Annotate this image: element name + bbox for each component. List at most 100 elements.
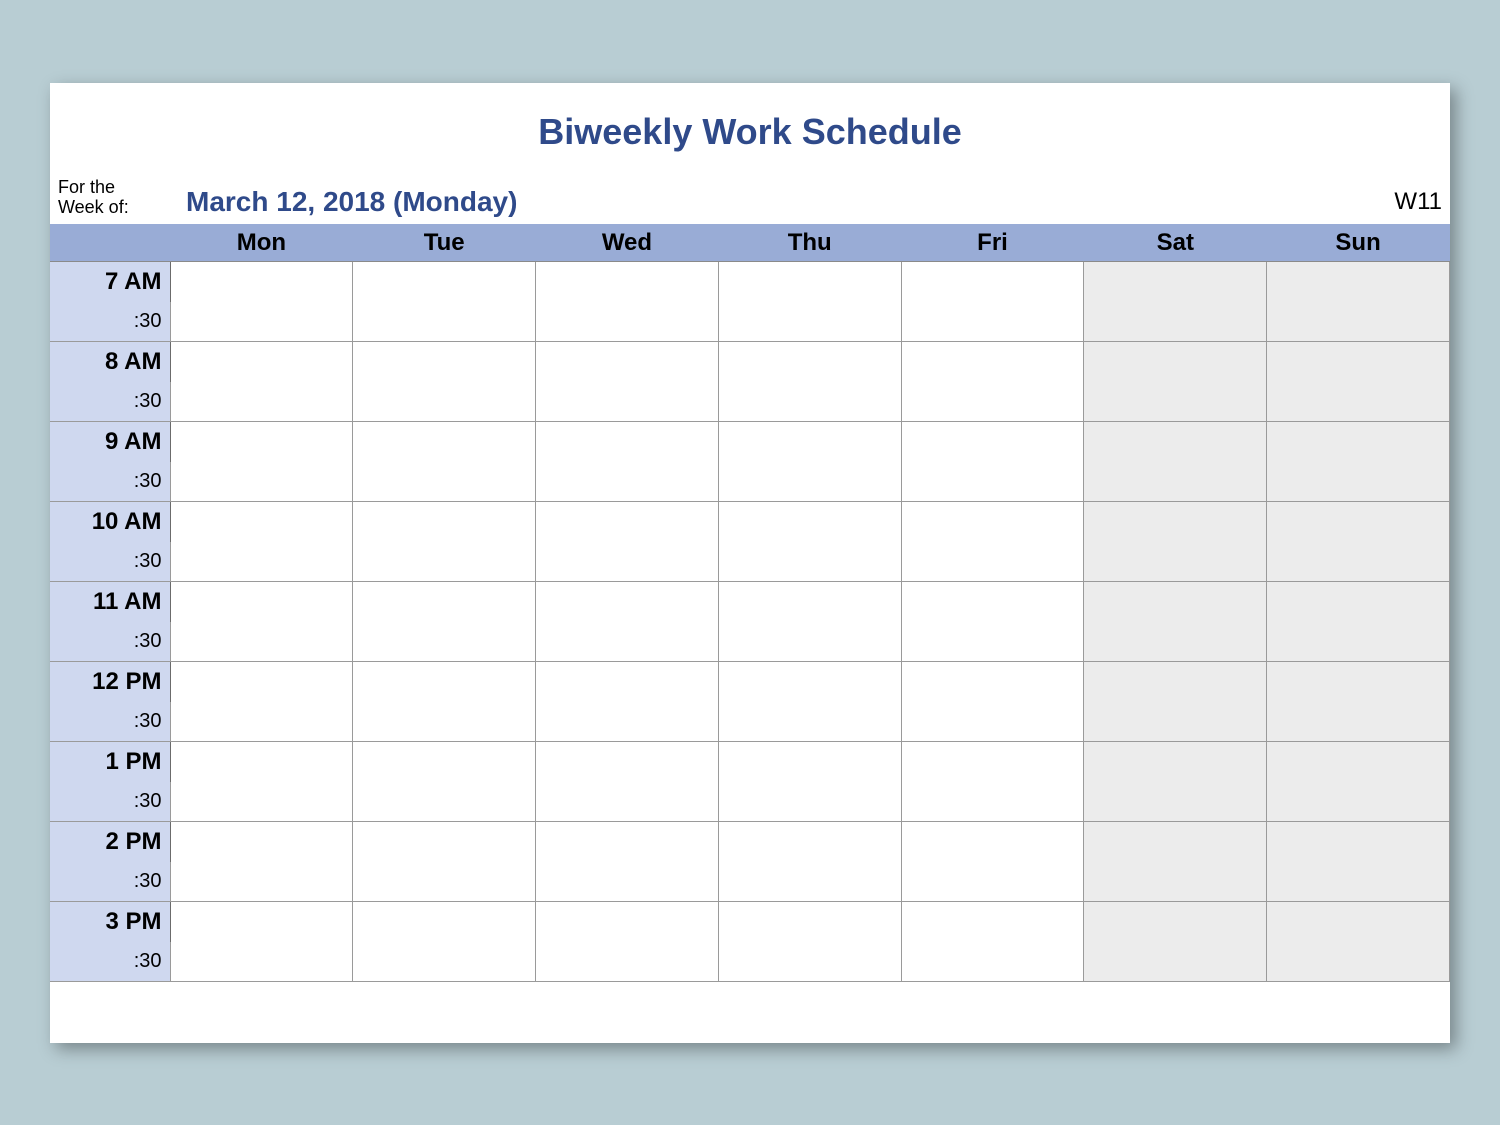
schedule-cell[interactable] — [1084, 422, 1267, 502]
schedule-cell[interactable] — [718, 822, 901, 902]
time-label-hour: 11 AM — [50, 582, 170, 622]
schedule-cell[interactable] — [901, 742, 1084, 822]
schedule-cell[interactable] — [1267, 342, 1450, 422]
schedule-cell[interactable] — [718, 422, 901, 502]
time-label-half: :30 — [50, 542, 170, 582]
header-row: Mon Tue Wed Thu Fri Sat Sun — [50, 224, 1450, 262]
schedule-cell[interactable] — [901, 902, 1084, 982]
schedule-cell[interactable] — [1267, 422, 1450, 502]
time-label-half: :30 — [50, 302, 170, 342]
time-label-half: :30 — [50, 622, 170, 662]
time-label-hour: 7 AM — [50, 262, 170, 302]
schedule-cell[interactable] — [536, 742, 719, 822]
schedule-cell[interactable] — [901, 582, 1084, 662]
week-of-label: For the Week of: — [54, 177, 174, 218]
schedule-cell[interactable] — [1084, 822, 1267, 902]
schedule-cell[interactable] — [353, 502, 536, 582]
schedule-cell[interactable] — [1084, 262, 1267, 342]
schedule-table: Mon Tue Wed Thu Fri Sat Sun 7 AM:308 AM:… — [50, 224, 1450, 983]
time-label-hour: 3 PM — [50, 902, 170, 942]
meta-row: For the Week of: March 12, 2018 (Monday)… — [50, 177, 1450, 224]
schedule-cell[interactable] — [170, 582, 353, 662]
schedule-cell[interactable] — [901, 822, 1084, 902]
document-title: Biweekly Work Schedule — [50, 83, 1450, 177]
time-label-half: :30 — [50, 462, 170, 502]
time-row: 3 PM — [50, 902, 1450, 942]
schedule-cell[interactable] — [1084, 342, 1267, 422]
time-row: 9 AM — [50, 422, 1450, 462]
schedule-cell[interactable] — [536, 502, 719, 582]
time-label-half: :30 — [50, 862, 170, 902]
time-row: 7 AM — [50, 262, 1450, 302]
time-label-hour: 10 AM — [50, 502, 170, 542]
time-label-hour: 9 AM — [50, 422, 170, 462]
schedule-cell[interactable] — [901, 662, 1084, 742]
week-of-label-line1: For the — [58, 177, 115, 197]
schedule-cell[interactable] — [901, 262, 1084, 342]
schedule-cell[interactable] — [536, 582, 719, 662]
schedule-cell[interactable] — [718, 582, 901, 662]
schedule-cell[interactable] — [718, 662, 901, 742]
schedule-cell[interactable] — [718, 262, 901, 342]
schedule-cell[interactable] — [536, 902, 719, 982]
schedule-cell[interactable] — [1267, 902, 1450, 982]
schedule-cell[interactable] — [1267, 662, 1450, 742]
time-row: 11 AM — [50, 582, 1450, 622]
schedule-cell[interactable] — [170, 902, 353, 982]
schedule-cell[interactable] — [536, 662, 719, 742]
schedule-cell[interactable] — [170, 662, 353, 742]
time-label-half: :30 — [50, 382, 170, 422]
week-number: W11 — [1394, 188, 1446, 218]
schedule-cell[interactable] — [353, 262, 536, 342]
schedule-cell[interactable] — [901, 342, 1084, 422]
schedule-cell[interactable] — [901, 502, 1084, 582]
schedule-cell[interactable] — [901, 422, 1084, 502]
schedule-cell[interactable] — [170, 342, 353, 422]
time-row: 2 PM — [50, 822, 1450, 862]
schedule-cell[interactable] — [718, 902, 901, 982]
time-label-half: :30 — [50, 782, 170, 822]
schedule-cell[interactable] — [353, 422, 536, 502]
time-row: 1 PM — [50, 742, 1450, 782]
schedule-cell[interactable] — [353, 742, 536, 822]
schedule-cell[interactable] — [170, 502, 353, 582]
schedule-cell[interactable] — [353, 582, 536, 662]
schedule-cell[interactable] — [353, 902, 536, 982]
schedule-cell[interactable] — [536, 422, 719, 502]
schedule-cell[interactable] — [1267, 822, 1450, 902]
schedule-cell[interactable] — [170, 822, 353, 902]
schedule-cell[interactable] — [718, 502, 901, 582]
schedule-cell[interactable] — [1267, 262, 1450, 342]
schedule-cell[interactable] — [1084, 742, 1267, 822]
schedule-cell[interactable] — [170, 422, 353, 502]
schedule-cell[interactable] — [353, 822, 536, 902]
schedule-cell[interactable] — [1084, 902, 1267, 982]
header-day-tue: Tue — [353, 224, 536, 262]
schedule-cell[interactable] — [1267, 582, 1450, 662]
header-day-mon: Mon — [170, 224, 353, 262]
time-label-hour: 1 PM — [50, 742, 170, 782]
schedule-cell[interactable] — [353, 342, 536, 422]
schedule-cell[interactable] — [1084, 502, 1267, 582]
schedule-cell[interactable] — [1084, 662, 1267, 742]
time-row: 10 AM — [50, 502, 1450, 542]
time-row: 12 PM — [50, 662, 1450, 702]
schedule-cell[interactable] — [536, 822, 719, 902]
schedule-cell[interactable] — [170, 742, 353, 822]
time-label-hour: 8 AM — [50, 342, 170, 382]
time-label-hour: 12 PM — [50, 662, 170, 702]
schedule-cell[interactable] — [536, 342, 719, 422]
schedule-cell[interactable] — [536, 262, 719, 342]
week-of-date[interactable]: March 12, 2018 (Monday) — [174, 186, 517, 218]
schedule-cell[interactable] — [353, 662, 536, 742]
schedule-cell[interactable] — [718, 342, 901, 422]
schedule-cell[interactable] — [718, 742, 901, 822]
time-label-hour: 2 PM — [50, 822, 170, 862]
header-day-wed: Wed — [536, 224, 719, 262]
schedule-cell[interactable] — [170, 262, 353, 342]
schedule-cell[interactable] — [1267, 502, 1450, 582]
schedule-cell[interactable] — [1267, 742, 1450, 822]
schedule-cell[interactable] — [1084, 582, 1267, 662]
sheet: Biweekly Work Schedule For the Week of: … — [50, 83, 1450, 1043]
time-label-half: :30 — [50, 942, 170, 982]
